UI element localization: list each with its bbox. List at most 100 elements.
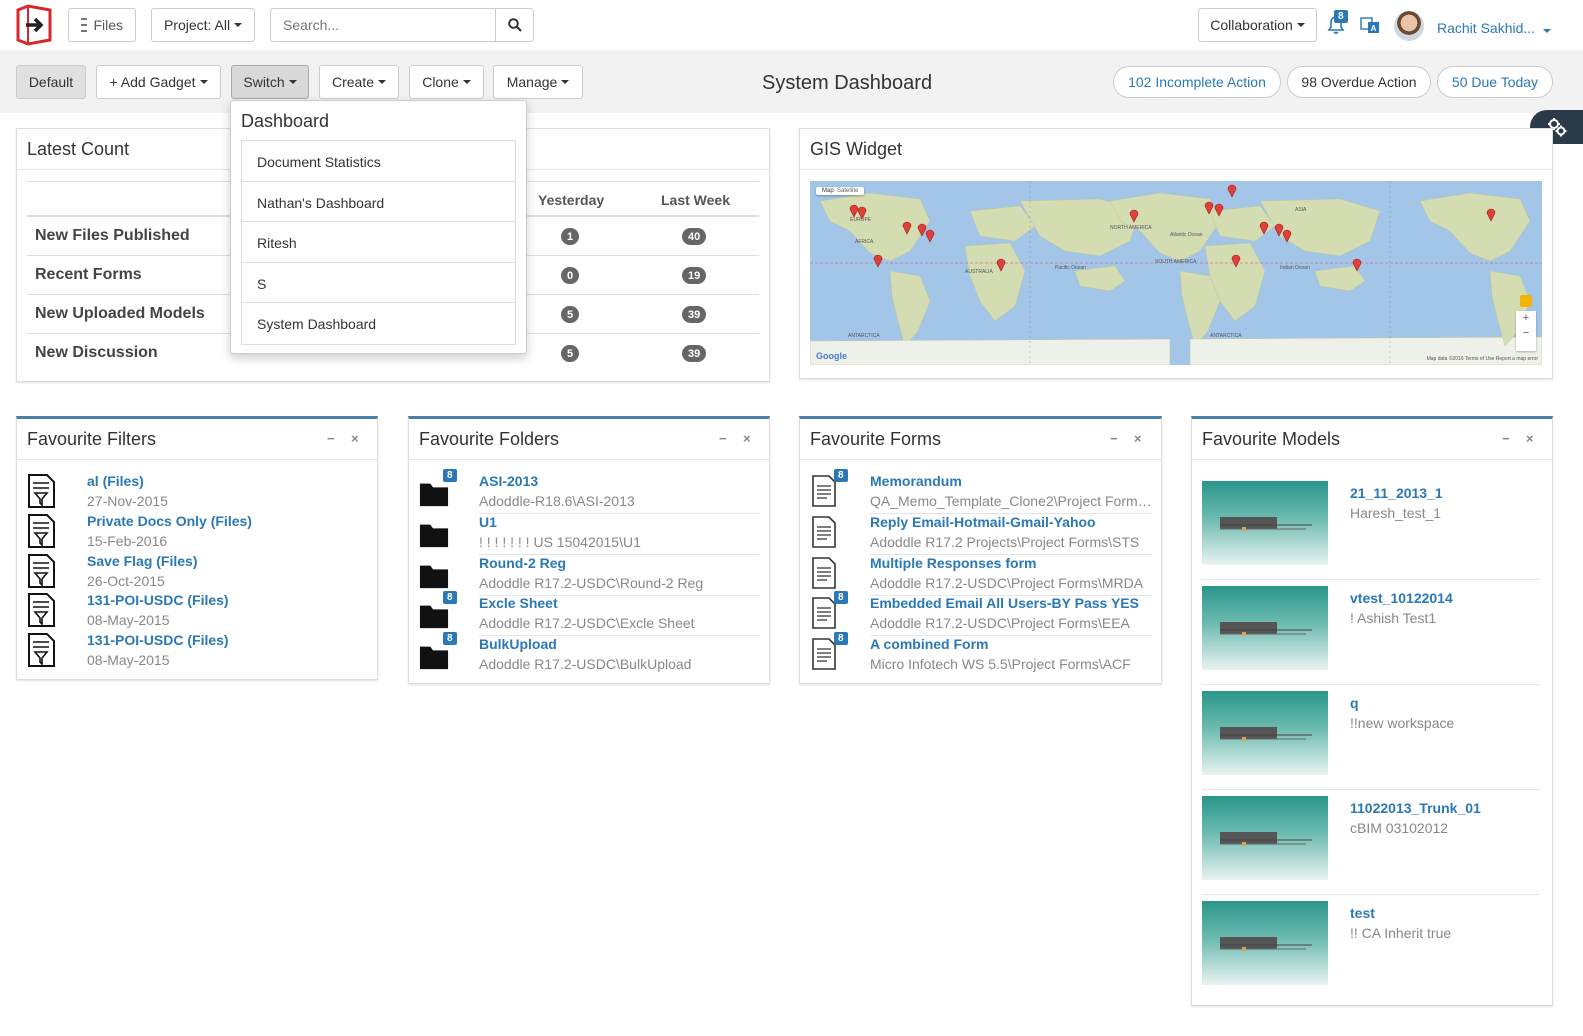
- list-item[interactable]: q !!new workspace: [1202, 685, 1540, 790]
- filter-document-icon: [28, 593, 55, 627]
- form-title[interactable]: Embedded Email All Users-BY Pass YES: [870, 595, 1139, 611]
- list-item[interactable]: Reply Email-Hotmail-Gmail-Yahoo Adoddle …: [810, 514, 1152, 555]
- count-badge[interactable]: 0: [561, 267, 580, 284]
- caret-down-icon: [199, 80, 208, 84]
- list-item[interactable]: 8 A combined Form Micro Infotech WS 5.5\…: [810, 632, 1152, 676]
- list-item[interactable]: 131-POI-USDC (Files) 08-May-2015: [27, 592, 367, 632]
- minimize-icon[interactable]: −: [1502, 431, 1510, 446]
- folder-title[interactable]: ASI-2013: [479, 473, 538, 489]
- form-path: Micro Infotech WS 5.5\Project Forms\ACF: [870, 656, 1131, 672]
- model-title[interactable]: test: [1350, 905, 1375, 921]
- model-thumbnail[interactable]: [1202, 691, 1328, 775]
- list-item[interactable]: 11022013_Trunk_01 cBIM 03102012: [1202, 790, 1540, 895]
- dashboard-option[interactable]: S: [242, 263, 515, 304]
- filter-title[interactable]: Private Docs Only (Files): [87, 513, 252, 529]
- form-title[interactable]: Reply Email-Hotmail-Gmail-Yahoo: [870, 514, 1096, 530]
- count-badge[interactable]: 39: [682, 306, 707, 323]
- list-item[interactable]: Multiple Responses form Adoddle R17.2-US…: [810, 555, 1152, 596]
- list-item[interactable]: test !! CA Inherit true: [1202, 895, 1540, 1000]
- filter-title[interactable]: Save Flag (Files): [87, 553, 197, 569]
- map-attribution[interactable]: Map data ©2016 Terms of Use Report a map…: [1427, 356, 1538, 362]
- list-item[interactable]: 8 ASI-2013 Adoddle-R18.6\ASI-2013: [419, 469, 759, 514]
- folder-title[interactable]: Round-2 Reg: [479, 555, 566, 571]
- dashboard-option[interactable]: Nathan's Dashboard: [242, 182, 515, 223]
- svg-text:ASIA: ASIA: [1295, 207, 1307, 213]
- dashboard-option[interactable]: Ritesh: [242, 222, 515, 263]
- count-badge[interactable]: 19: [682, 267, 707, 284]
- panel-header: Favourite Folders − ×: [409, 419, 769, 460]
- overdue-action-pill[interactable]: 98 Overdue Action: [1287, 66, 1431, 98]
- filter-title[interactable]: al (Files): [87, 473, 144, 489]
- manage-button[interactable]: Manage: [493, 65, 583, 99]
- minimize-icon[interactable]: −: [1110, 431, 1118, 446]
- folder-title[interactable]: U1: [479, 514, 497, 530]
- close-icon[interactable]: ×: [351, 431, 359, 446]
- model-title[interactable]: vtest_10122014: [1350, 590, 1453, 606]
- count-badge[interactable]: 5: [561, 345, 580, 362]
- user-avatar[interactable]: [1394, 11, 1424, 41]
- dashboard-option[interactable]: System Dashboard: [242, 303, 515, 344]
- form-title[interactable]: Memorandum: [870, 473, 962, 489]
- add-gadget-button[interactable]: + Add Gadget: [96, 65, 221, 99]
- model-thumbnail[interactable]: [1202, 586, 1328, 670]
- files-menu-button[interactable]: Files: [68, 8, 136, 42]
- form-title[interactable]: A combined Form: [870, 636, 989, 652]
- filter-date: 15-Feb-2016: [87, 533, 168, 549]
- list-item[interactable]: U1 ! ! ! ! ! ! ! US 15042015\U1: [419, 514, 759, 555]
- zoom-out-button[interactable]: −: [1516, 326, 1536, 341]
- model-thumbnail[interactable]: [1202, 481, 1328, 565]
- model-title[interactable]: q: [1350, 695, 1359, 711]
- due-today-pill[interactable]: 50 Due Today: [1437, 66, 1553, 98]
- street-view-pegman-icon[interactable]: [1520, 295, 1532, 307]
- list-item[interactable]: Round-2 Reg Adoddle R17.2-USDC\Round-2 R…: [419, 555, 759, 596]
- model-title[interactable]: 11022013_Trunk_01: [1350, 800, 1481, 816]
- list-item[interactable]: 131-POI-USDC (Files) 08-May-2015: [27, 632, 367, 672]
- list-item[interactable]: 8 Memorandum QA_Memo_Template_Clone2\Pro…: [810, 469, 1152, 514]
- list-item[interactable]: 8 BulkUpload Adoddle R17.2-USDC\BulkUplo…: [419, 632, 759, 676]
- count-badge[interactable]: 5: [561, 306, 580, 323]
- collaboration-dropdown[interactable]: Collaboration: [1198, 8, 1317, 42]
- world-map[interactable]: NORTH AMERICA SOUTH AMERICA EUROPE AFRIC…: [810, 181, 1542, 365]
- map-type-control[interactable]: Map Satellite: [816, 187, 865, 195]
- model-title[interactable]: 21_11_2013_1: [1350, 485, 1443, 501]
- list-item[interactable]: 8 Excle Sheet Adoddle R17.2-USDC\Excle S…: [419, 591, 759, 636]
- user-menu[interactable]: Rachit Sakhid...: [1437, 20, 1551, 36]
- language-icon[interactable]: A: [1360, 15, 1380, 35]
- list-item[interactable]: Save Flag (Files) 26-Oct-2015: [27, 553, 367, 593]
- list-item[interactable]: 8 Embedded Email All Users-BY Pass YES A…: [810, 591, 1152, 636]
- project-selector[interactable]: Project: All: [151, 8, 255, 42]
- minimize-icon[interactable]: −: [719, 431, 727, 446]
- form-title[interactable]: Multiple Responses form: [870, 555, 1036, 571]
- count-badge[interactable]: 1: [561, 228, 580, 245]
- zoom-in-button[interactable]: +: [1516, 311, 1536, 326]
- default-button[interactable]: Default: [16, 65, 86, 99]
- switch-button[interactable]: Switch: [231, 65, 309, 99]
- map-tab[interactable]: Map: [822, 188, 834, 194]
- clone-button[interactable]: Clone: [409, 65, 484, 99]
- list-item[interactable]: al (Files) 27-Nov-2015: [27, 473, 367, 513]
- list-item[interactable]: 21_11_2013_1 Haresh_test_1: [1202, 475, 1540, 580]
- search-button[interactable]: [495, 9, 533, 41]
- folder-title[interactable]: BulkUpload: [479, 636, 557, 652]
- close-icon[interactable]: ×: [1526, 431, 1534, 446]
- app-logo-icon[interactable]: [14, 4, 54, 46]
- search-input[interactable]: [271, 9, 495, 41]
- close-icon[interactable]: ×: [1134, 431, 1142, 446]
- filter-title[interactable]: 131-POI-USDC (Files): [87, 632, 229, 648]
- count-badge[interactable]: 39: [682, 345, 707, 362]
- minimize-icon[interactable]: −: [327, 431, 335, 446]
- count-badge[interactable]: 40: [682, 228, 707, 245]
- incomplete-action-pill[interactable]: 102 Incomplete Action: [1113, 66, 1281, 98]
- filter-title[interactable]: 131-POI-USDC (Files): [87, 592, 229, 608]
- list-item[interactable]: Private Docs Only (Files) 15-Feb-2016: [27, 513, 367, 553]
- model-thumbnail[interactable]: [1202, 796, 1328, 880]
- caret-down-icon: [288, 80, 297, 84]
- caret-down-icon: [462, 80, 471, 84]
- create-button[interactable]: Create: [319, 65, 399, 99]
- dashboard-option[interactable]: Document Statistics: [242, 141, 515, 182]
- model-thumbnail[interactable]: [1202, 901, 1328, 985]
- close-icon[interactable]: ×: [743, 431, 751, 446]
- list-item[interactable]: vtest_10122014 ! Ashish Test1: [1202, 580, 1540, 685]
- satellite-tab[interactable]: Satellite: [837, 188, 858, 194]
- folder-title[interactable]: Excle Sheet: [479, 595, 558, 611]
